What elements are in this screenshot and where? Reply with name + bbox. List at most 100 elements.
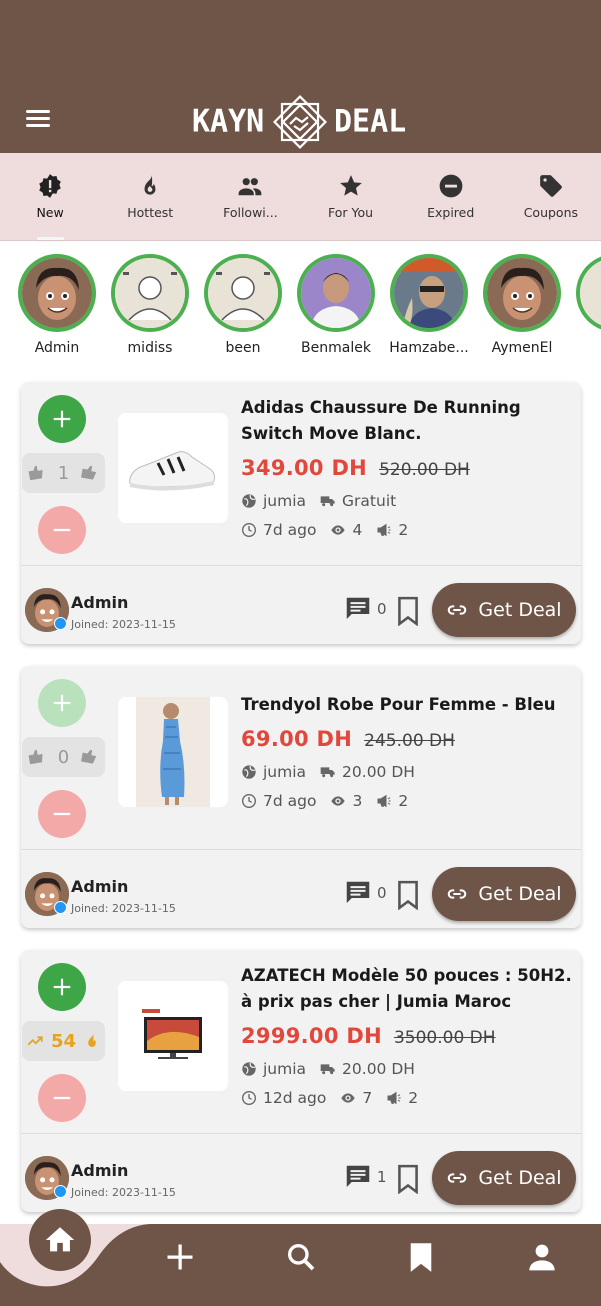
tab-new[interactable]: New <box>0 153 100 241</box>
deal-title[interactable]: AZATECH Modèle 50 pouces : 50H2. à prix … <box>241 963 581 1015</box>
author-joined: Joined: 2023-11-15 <box>71 902 176 915</box>
globe-icon <box>242 765 256 779</box>
cartoon-avatar <box>22 258 92 328</box>
story-item[interactable]: zin <box>568 254 601 356</box>
downvote-button[interactable] <box>38 506 86 554</box>
deal-age: 7d ago <box>263 521 317 539</box>
plus-icon <box>53 410 71 428</box>
search-icon <box>288 1244 315 1271</box>
flame-icon <box>144 174 156 195</box>
downvote-button[interactable] <box>38 790 86 838</box>
story-username: Admin <box>34 340 80 356</box>
deal-price: 2999.00 DH <box>241 1024 382 1048</box>
shipping-cost: 20.00 DH <box>342 763 415 781</box>
bookmark-icon[interactable] <box>395 1164 421 1194</box>
deal-age: 7d ago <box>263 792 317 810</box>
share-count: 2 <box>398 792 409 810</box>
product-image[interactable] <box>118 697 228 807</box>
store-shipping-row: jumia Gratuit <box>241 492 396 510</box>
add-deal-button[interactable] <box>163 1240 197 1274</box>
story-item[interactable]: midiss <box>103 254 197 356</box>
comment-count: 0 <box>377 884 387 902</box>
deal-title[interactable]: Adidas Chaussure De Running Switch Move … <box>241 395 581 447</box>
story-item[interactable]: Benmalek <box>289 254 383 356</box>
story-username: AymenEl <box>491 340 553 356</box>
upvote-button[interactable] <box>38 395 86 443</box>
tab-expired[interactable]: Expired <box>401 153 501 241</box>
plus-icon <box>53 978 71 996</box>
shipping-cost: 20.00 DH <box>342 1060 415 1078</box>
tab-hottest[interactable]: Hottest <box>100 153 200 241</box>
megaphone-icon <box>377 523 391 537</box>
original-price: 520.00 DH <box>379 460 470 480</box>
share-count: 2 <box>408 1089 419 1107</box>
upvote-button[interactable] <box>38 679 86 727</box>
default-avatar <box>208 258 278 328</box>
menu-icon[interactable] <box>24 107 52 129</box>
author-joined: Joined: 2023-11-15 <box>71 1186 176 1199</box>
product-image[interactable] <box>118 981 228 1091</box>
score-value: 54 <box>50 1030 77 1052</box>
store-name: jumia <box>263 763 307 781</box>
downvote-button[interactable] <box>38 1074 86 1122</box>
story-item[interactable]: AymenEl <box>475 254 569 356</box>
logo-text-left: KAYN <box>192 103 265 140</box>
comments-button[interactable]: 0 <box>343 878 387 908</box>
deal-card[interactable]: 0 Trendyol Robe Pour Femme - Bleu 69.00 … <box>21 666 581 928</box>
story-item[interactable]: been <box>196 254 290 356</box>
deal-price: 69.00 DH <box>241 727 353 751</box>
truck-icon <box>320 1064 335 1075</box>
megaphone-icon <box>377 794 391 808</box>
store-name: jumia <box>263 1060 307 1078</box>
author-name[interactable]: Admin <box>71 877 128 896</box>
original-price: 245.00 DH <box>364 731 455 751</box>
bookmark-icon[interactable] <box>395 596 421 626</box>
get-deal-button[interactable]: Get Deal <box>432 867 576 921</box>
tab-following[interactable]: Followi... <box>200 153 300 241</box>
get-deal-label: Get Deal <box>478 1167 562 1189</box>
verified-badge-icon <box>54 1185 67 1198</box>
minus-circle-icon <box>439 174 463 198</box>
story-item[interactable]: Hamzabe... <box>382 254 476 356</box>
bookmark-icon[interactable] <box>395 880 421 910</box>
get-deal-label: Get Deal <box>478 599 562 621</box>
store-shipping-row: jumia 20.00 DH <box>241 763 415 781</box>
product-image[interactable] <box>118 413 228 523</box>
bookmarks-button[interactable] <box>404 1240 438 1274</box>
tab-for-you[interactable]: For You <box>300 153 400 241</box>
get-deal-button[interactable]: Get Deal <box>432 1151 576 1205</box>
get-deal-label: Get Deal <box>478 883 562 905</box>
deal-title[interactable]: Trendyol Robe Pour Femme - Bleu <box>241 692 581 718</box>
bookmark-icon <box>410 1243 432 1272</box>
tab-label: Hottest <box>127 205 174 220</box>
comments-button[interactable]: 1 <box>343 1162 387 1192</box>
globe-icon <box>242 1062 256 1076</box>
search-button[interactable] <box>284 1240 318 1274</box>
alert-badge-icon <box>39 174 61 198</box>
store-name: jumia <box>263 492 307 510</box>
tab-coupons[interactable]: Coupons <box>501 153 601 241</box>
story-item[interactable]: Admin <box>10 254 104 356</box>
comments-button[interactable]: 0 <box>343 594 387 624</box>
photo-avatar <box>301 258 371 328</box>
story-username: Benmalek <box>301 340 371 356</box>
author-name[interactable]: Admin <box>71 1161 128 1180</box>
tab-label: Coupons <box>523 205 579 220</box>
star-icon <box>339 175 362 196</box>
vote-score: 1 <box>22 453 105 493</box>
get-deal-button[interactable]: Get Deal <box>432 583 576 637</box>
profile-button[interactable] <box>525 1240 559 1274</box>
stats-row: 7d ago 4 2 <box>241 521 408 539</box>
upvote-button[interactable] <box>38 963 86 1011</box>
eye-icon <box>331 796 346 806</box>
deal-card[interactable]: 54 AZATECH Modèle 50 pouces : 50H2. à pr… <box>21 950 581 1212</box>
author-name[interactable]: Admin <box>71 593 128 612</box>
deal-card[interactable]: 1 Adidas Chaussure De Running Switch Mov… <box>21 382 581 644</box>
add-icon <box>167 1244 193 1270</box>
app-header: KAYN DEAL <box>0 0 601 153</box>
category-tabs: New Hottest Followi... For You Expired C… <box>0 153 601 241</box>
home-button[interactable] <box>29 1209 91 1271</box>
user-stories: Admin midiss been Benmalek Hamzabe... Ay… <box>0 254 601 364</box>
stats-row: 12d ago 7 2 <box>241 1089 418 1107</box>
stats-row: 7d ago 3 2 <box>241 792 408 810</box>
